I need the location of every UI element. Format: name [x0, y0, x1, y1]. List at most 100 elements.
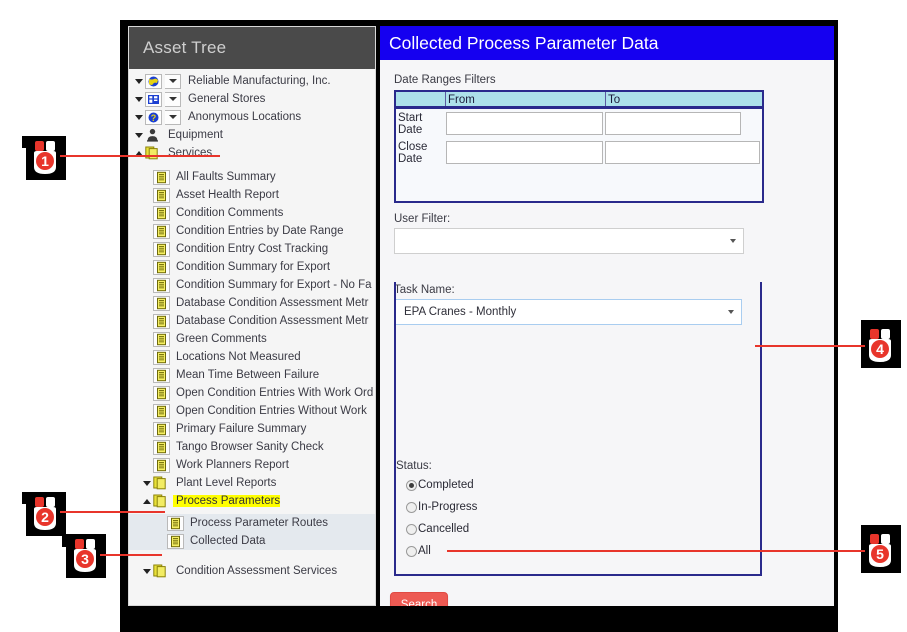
- report-icon: [167, 533, 184, 549]
- tree-item-services[interactable]: Services: [129, 144, 375, 162]
- status-radio-label: Cancelled: [418, 523, 470, 535]
- building-icon: [145, 91, 162, 107]
- tree-item-condition-assessment-services[interactable]: Condition Assessment Services: [129, 562, 375, 580]
- chevron-down-icon[interactable]: [165, 91, 181, 107]
- tree-item-process-parameter-routes[interactable]: Process Parameter Routes: [129, 514, 375, 532]
- chevron-down-icon: [730, 239, 736, 243]
- radio-button-icon[interactable]: [406, 523, 417, 535]
- folders-icon: [153, 494, 170, 509]
- caret-down-icon[interactable]: [141, 480, 153, 486]
- caret-down-icon[interactable]: [133, 132, 145, 138]
- status-radio-label: Completed: [418, 479, 474, 491]
- callout-badge-4: 4: [861, 324, 901, 368]
- callout-number-5: 5: [876, 546, 884, 562]
- tree-item-label: Services: [168, 147, 213, 159]
- task-name-select[interactable]: EPA Cranes - Monthly: [394, 299, 742, 325]
- status-group: Status: Completed In-Progress Cancelled All: [394, 460, 762, 562]
- tree-item-asset-health-report[interactable]: Asset Health Report: [129, 186, 375, 204]
- tree-item-green-comments[interactable]: Green Comments: [129, 330, 375, 348]
- chevron-down-icon: [728, 310, 734, 314]
- chevron-down-icon[interactable]: [165, 109, 181, 125]
- tree-item-general-stores[interactable]: General Stores: [129, 90, 375, 108]
- status-label: Status:: [396, 460, 432, 472]
- radio-button-icon[interactable]: [406, 501, 417, 513]
- tree-item-all-faults-summary[interactable]: All Faults Summary: [129, 168, 375, 186]
- globe-icon: [145, 73, 162, 89]
- report-icon: [153, 169, 170, 185]
- caret-down-icon[interactable]: [133, 78, 145, 84]
- content-panel: Collected Process Parameter Data Date Ra…: [380, 26, 834, 606]
- callout-number-4: 4: [876, 341, 884, 357]
- tree-item-anonymous-locations[interactable]: ? Anonymous Locations: [129, 108, 375, 126]
- mouse-icon-2: 2: [34, 497, 56, 530]
- tree-item-mean-time-between-failure[interactable]: Mean Time Between Failure: [129, 366, 375, 384]
- date-table-filler: [396, 167, 762, 201]
- tree-item-database-condition-assessment-metr[interactable]: Database Condition Assessment Metr: [129, 294, 375, 312]
- tree-item-label: Condition Entry Cost Tracking: [176, 243, 329, 255]
- status-radio-completed[interactable]: Completed: [394, 474, 762, 496]
- report-icon: [153, 439, 170, 455]
- tree-item-collected-data[interactable]: Collected Data: [129, 532, 375, 550]
- status-radio-label: All: [418, 545, 431, 557]
- callout-number-1: 1: [41, 153, 49, 169]
- status-radio-cancelled[interactable]: Cancelled: [394, 518, 762, 540]
- tree-item-process-parameters[interactable]: Process Parameters: [129, 492, 375, 510]
- asset-tree-body[interactable]: Reliable Manufacturing, Inc. General Stor…: [129, 69, 375, 605]
- radio-button-icon[interactable]: [406, 479, 417, 491]
- report-icon: [153, 205, 170, 221]
- start-date-to-input[interactable]: [605, 112, 741, 135]
- tree-item-condition-entry-cost-tracking[interactable]: Condition Entry Cost Tracking: [129, 240, 375, 258]
- tree-item-label: Condition Comments: [176, 207, 284, 219]
- folders-icon: [145, 146, 162, 161]
- tree-item-plant-level-reports[interactable]: Plant Level Reports: [129, 474, 375, 492]
- tree-item-open-condition-entries-without-work[interactable]: Open Condition Entries Without Work: [129, 402, 375, 420]
- tree-item-open-condition-entries-with-work-ord[interactable]: Open Condition Entries With Work Ord: [129, 384, 375, 402]
- caret-down-icon[interactable]: [133, 114, 145, 120]
- date-ranges-table: From To Start Date Close Date: [394, 90, 764, 203]
- tree-item-label: Tango Browser Sanity Check: [176, 441, 324, 453]
- date-table-header-to: To: [608, 94, 621, 106]
- tree-item-label: Anonymous Locations: [188, 111, 302, 123]
- caret-down-icon[interactable]: [133, 96, 145, 102]
- folders-icon: [153, 564, 170, 579]
- report-icon: [153, 223, 170, 239]
- close-date-from-input[interactable]: [446, 141, 603, 164]
- status-radio-in-progress[interactable]: In-Progress: [394, 496, 762, 518]
- tree-item-label: Database Condition Assessment Metr: [176, 315, 369, 327]
- tree-item-reliable-manufacturing-inc[interactable]: Reliable Manufacturing, Inc.: [129, 72, 375, 90]
- tree-item-locations-not-measured[interactable]: Locations Not Measured: [129, 348, 375, 366]
- task-name-field: Task Name: EPA Cranes - Monthly: [394, 284, 820, 325]
- tree-item-tango-browser-sanity-check[interactable]: Tango Browser Sanity Check: [129, 438, 375, 456]
- tree-item-label: Collected Data: [190, 535, 266, 547]
- screenshot-root: Asset Tree Reliable Manufacturing, Inc. G…: [0, 0, 907, 632]
- radio-button-icon[interactable]: [406, 545, 417, 557]
- tree-item-database-condition-assessment-metr[interactable]: Database Condition Assessment Metr: [129, 312, 375, 330]
- tree-item-condition-comments[interactable]: Condition Comments: [129, 204, 375, 222]
- report-icon: [153, 277, 170, 293]
- tree-item-equipment[interactable]: Equipment: [129, 126, 375, 144]
- asset-tree-header: Asset Tree: [129, 27, 375, 69]
- tree-item-condition-summary-for-export-no-fa[interactable]: Condition Summary for Export - No Fa: [129, 276, 375, 294]
- caret-down-icon[interactable]: [141, 568, 153, 574]
- tree-item-condition-summary-for-export[interactable]: Condition Summary for Export: [129, 258, 375, 276]
- status-radio-label: In-Progress: [418, 501, 478, 513]
- caret-up-icon[interactable]: [141, 498, 153, 504]
- status-radio-list[interactable]: Completed In-Progress Cancelled All: [394, 474, 762, 562]
- page-title: Collected Process Parameter Data: [380, 26, 834, 60]
- callout-4-leader-line: [755, 345, 865, 347]
- search-button[interactable]: Search: [390, 592, 448, 606]
- user-filter-select[interactable]: [394, 228, 744, 254]
- start-date-from-input[interactable]: [446, 112, 603, 135]
- tree-item-condition-entries-by-date-range[interactable]: Condition Entries by Date Range: [129, 222, 375, 240]
- tree-item-work-planners-report[interactable]: Work Planners Report: [129, 456, 375, 474]
- tree-item-label: Open Condition Entries Without Work: [176, 405, 367, 417]
- callout-badge-2: 2: [26, 492, 66, 536]
- callout-badge-3: 3: [66, 534, 106, 578]
- chevron-down-icon[interactable]: [165, 73, 181, 89]
- folders-icon: [153, 476, 170, 491]
- date-table-header-from: From: [446, 92, 606, 106]
- callout-badge-5: 5: [861, 529, 901, 573]
- close-date-to-input[interactable]: [605, 141, 760, 164]
- tree-item-primary-failure-summary[interactable]: Primary Failure Summary: [129, 420, 375, 438]
